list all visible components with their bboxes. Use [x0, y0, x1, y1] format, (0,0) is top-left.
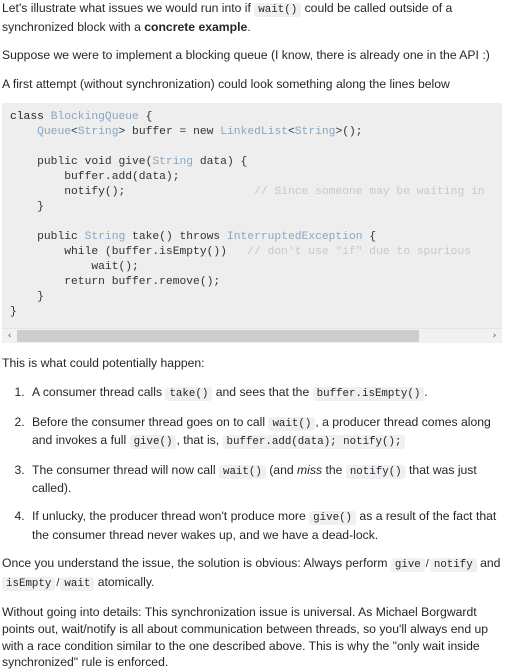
inline-code: notify — [429, 558, 477, 573]
paragraph-text: Before the consumer thread goes on to ca… — [32, 414, 269, 429]
paragraph-text: the — [322, 462, 346, 477]
paragraph-text: A consumer thread calls — [32, 384, 166, 399]
scrollbar-track[interactable] — [17, 329, 487, 344]
code-horizontal-scrollbar[interactable]: ‹ › — [2, 328, 502, 344]
intro-text-a: Let's illustrate what issues we would ru… — [2, 1, 255, 15]
paragraph-text: , that is, — [176, 433, 223, 448]
code-token: class — [10, 111, 51, 124]
inline-code-wait: wait() — [254, 3, 302, 17]
paragraph-text: Once you understand the issue, the solut… — [2, 556, 391, 571]
code-token: return buffer.remove(); — [10, 276, 221, 289]
inline-code: take() — [165, 386, 213, 401]
code-token: while (buffer.isEmpty()) — [10, 246, 248, 259]
scroll-left-arrow-icon[interactable]: ‹ — [2, 329, 17, 344]
code-token: } — [10, 291, 44, 304]
inline-code: isEmpty — [2, 576, 56, 591]
paragraph-text: . — [424, 384, 428, 399]
inline-code: wait — [60, 576, 95, 591]
code-token: InterruptedException — [226, 231, 363, 244]
code-token: // Since someone may be waiting in — [254, 186, 485, 199]
code-token: take() throws — [125, 231, 227, 244]
paragraph-text: and — [476, 556, 501, 571]
code-block-container: class BlockingQueue { Queue<String> buff… — [2, 103, 509, 344]
intro-text-c: . — [247, 19, 251, 34]
inline-code: notify() — [345, 464, 406, 479]
scrollbar-thumb[interactable] — [17, 330, 419, 343]
code-token: Queue — [37, 126, 72, 139]
code-token: String — [77, 126, 119, 139]
code-token: buffer.add(data); — [10, 171, 180, 184]
inline-code: wait() — [268, 416, 316, 431]
code-token: > buffer = new — [118, 126, 221, 139]
code-token: { — [362, 231, 377, 244]
code-token: < — [288, 126, 295, 139]
list-item: The consumer thread will now call wait()… — [28, 462, 509, 497]
list-item: Before the consumer thread goes on to ca… — [28, 414, 509, 451]
code-token: String — [294, 126, 336, 139]
code-token: } — [10, 201, 44, 214]
code-token: notify(); — [10, 186, 255, 199]
code-token: data) { — [193, 156, 248, 169]
inline-code: buffer.isEmpty() — [312, 386, 425, 401]
inline-code: give() — [309, 510, 357, 525]
list-item: A consumer thread calls take() and sees … — [28, 384, 509, 403]
intro-paragraph-3: A first attempt (without synchronization… — [2, 76, 450, 91]
code-token: public void give( — [10, 156, 153, 169]
intro-paragraph-2: Suppose we were to implement a blocking … — [2, 48, 490, 63]
code-token: >(); — [335, 126, 363, 139]
code-token: { — [138, 111, 153, 124]
closing-paragraph: Without going into details: This synchro… — [2, 605, 489, 670]
code-token: String — [84, 231, 126, 244]
solution-paragraph: Once you understand the issue, the solut… — [2, 555, 509, 592]
scroll-right-arrow-icon[interactable]: › — [487, 329, 502, 344]
code-token: String — [152, 156, 194, 169]
paragraph-text: (and — [265, 462, 298, 477]
code-token: BlockingQueue — [50, 111, 139, 124]
inline-code: wait() — [218, 464, 266, 479]
what-happens-lead: This is what could potentially happen: — [2, 356, 205, 371]
steps-list: A consumer thread calls take() and sees … — [2, 384, 509, 543]
inline-code: give — [390, 558, 425, 573]
intro-bold-concrete-example: concrete example — [144, 19, 248, 34]
paragraph-text: If unlucky, the producer thread won't pr… — [32, 508, 310, 523]
code-token: wait(); — [10, 261, 139, 274]
code-token: public — [10, 231, 85, 244]
paragraph-text: atomically. — [94, 574, 155, 589]
java-code-block: class BlockingQueue { Queue<String> buff… — [2, 103, 502, 329]
emphasis-text: miss — [297, 462, 323, 477]
intro-paragraph-1: Let's illustrate what issues we would ru… — [2, 0, 509, 35]
inline-code: buffer.add(data); notify(); — [222, 435, 406, 450]
list-item: If unlucky, the producer thread won't pr… — [28, 508, 509, 543]
paragraph-text: and sees that the — [212, 384, 313, 399]
code-token: // don't use "if" due to spurious — [247, 246, 478, 259]
inline-code: give() — [129, 435, 177, 450]
code-token: < — [71, 126, 78, 139]
code-token: LinkedList — [220, 126, 288, 139]
paragraph-text: The consumer thread will now call — [32, 462, 219, 477]
code-token: } — [10, 306, 17, 319]
post-body: Let's illustrate what issues we would ru… — [0, 0, 513, 671]
